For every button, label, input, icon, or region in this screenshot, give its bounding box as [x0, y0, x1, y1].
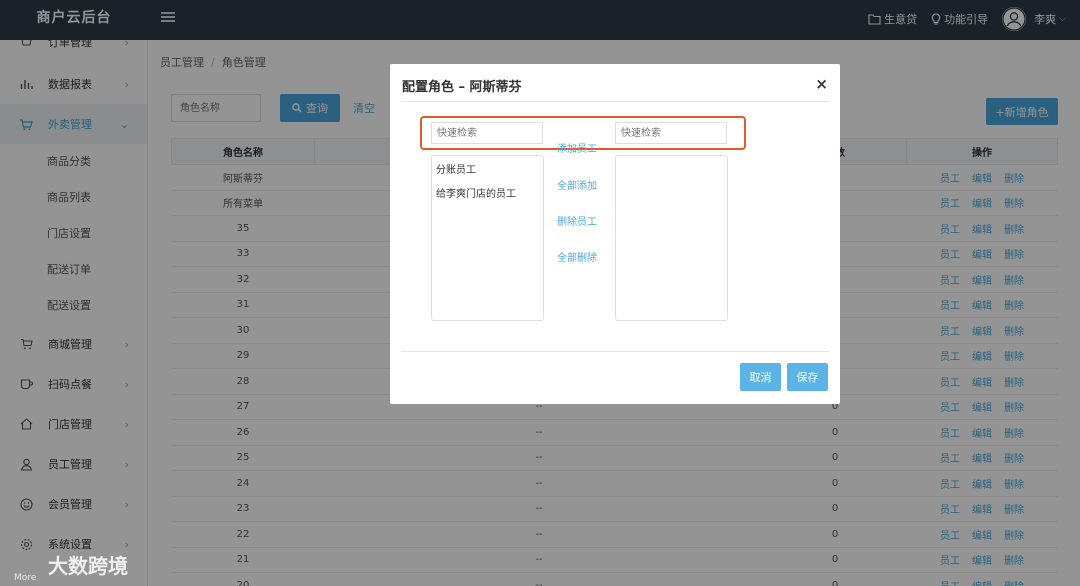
assigned-staff-list: [615, 155, 728, 321]
list-item[interactable]: 分账员工: [432, 156, 543, 180]
configure-role-dialog: 配置角色 – 阿斯蒂芬 × 分账员工 给李爽门店的员工 添加员工 全部添加 删除…: [390, 64, 840, 404]
add-all-button[interactable]: 全部添加: [557, 177, 597, 192]
dialog-title: 配置角色 – 阿斯蒂芬: [402, 80, 522, 95]
watermark-text: 大数跨境: [48, 554, 128, 578]
add-staff-button[interactable]: 添加员工: [557, 140, 597, 155]
divider: [401, 351, 829, 352]
left-quick-search-input[interactable]: [431, 122, 543, 144]
right-quick-search-input[interactable]: [615, 122, 727, 144]
available-staff-list: 分账员工 给李爽门店的员工: [431, 155, 544, 321]
list-item[interactable]: 给李爽门店的员工: [432, 180, 543, 204]
watermark-sub-text: More: [14, 573, 37, 583]
divider: [401, 101, 829, 102]
remove-all-button[interactable]: 全部删除: [557, 249, 597, 264]
save-button[interactable]: 保存: [787, 363, 828, 391]
remove-staff-button[interactable]: 删除员工: [557, 213, 597, 228]
cancel-button[interactable]: 取消: [740, 363, 781, 391]
close-icon[interactable]: ×: [815, 75, 828, 93]
